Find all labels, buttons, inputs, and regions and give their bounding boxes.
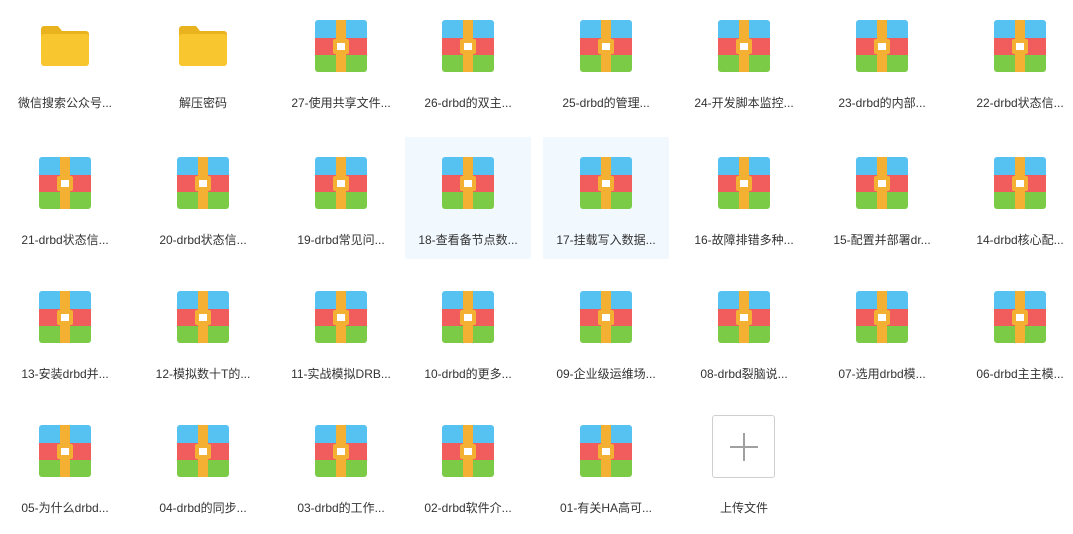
file-item[interactable]: 20-drbd状态信... [140,137,266,259]
item-label: 20-drbd状态信... [159,233,247,247]
file-item[interactable]: 06-drbd主主模... [957,271,1073,393]
archive-file-icon [994,157,1046,209]
item-label: 27-使用共享文件... [291,96,391,110]
item-label: 15-配置并部署dr... [833,233,931,247]
file-item[interactable]: 03-drbd的工作... [278,405,404,527]
archive-file-icon [177,425,229,477]
file-item[interactable]: 18-查看备节点数... [405,137,531,259]
item-label: 11-实战模拟DRB... [291,367,391,381]
archive-file-icon [856,20,908,72]
upload-box[interactable] [712,415,775,478]
archive-file-icon [856,291,908,343]
file-item[interactable]: 08-drbd裂脑说... [681,271,807,393]
item-label: 01-有关HA高可... [559,501,653,515]
item-label: 06-drbd主主模... [976,367,1064,381]
item-label: 19-drbd常见问... [297,233,385,247]
item-label: 03-drbd的工作... [297,501,385,515]
archive-file-icon [718,20,770,72]
item-label: 07-选用drbd模... [838,367,926,381]
item-label: 14-drbd核心配... [976,233,1064,247]
file-item[interactable]: 19-drbd常见问... [278,137,404,259]
file-item[interactable]: 05-为什么drbd... [2,405,128,527]
archive-file-icon [39,157,91,209]
archive-file-icon [39,425,91,477]
folder-item[interactable]: 解压密码 [140,0,266,122]
archive-file-icon [994,291,1046,343]
archive-file-icon [315,291,367,343]
file-item[interactable]: 02-drbd软件介... [405,405,531,527]
file-item[interactable]: 24-开发脚本监控... [681,0,807,122]
folder-icon [177,20,229,72]
archive-file-icon [718,157,770,209]
file-item[interactable]: 21-drbd状态信... [2,137,128,259]
archive-file-icon [856,157,908,209]
item-label: 微信搜索公众号... [17,96,112,110]
archive-file-icon [580,425,632,477]
item-label: 25-drbd的管理... [562,96,650,110]
folder-icon [39,20,91,72]
item-label: 16-故障排错多种... [694,233,794,247]
item-label: 13-安装drbd并... [21,367,109,381]
archive-file-icon [580,291,632,343]
archive-file-icon [718,291,770,343]
item-label: 04-drbd的同步... [159,501,247,515]
file-item[interactable]: 01-有关HA高可... [543,405,669,527]
archive-file-icon [580,157,632,209]
file-item[interactable]: 12-模拟数十T的... [140,271,266,393]
item-label: 17-挂载写入数据... [556,233,656,247]
file-item[interactable]: 22-drbd状态信... [957,0,1073,122]
archive-file-icon [315,20,367,72]
archive-file-icon [442,20,494,72]
upload-file-button[interactable]: 上传文件 [681,405,807,527]
file-item[interactable]: 15-配置并部署dr... [819,137,945,259]
archive-file-icon [580,20,632,72]
item-label: 上传文件 [719,501,768,515]
file-item[interactable]: 13-安装drbd并... [2,271,128,393]
file-item[interactable]: 26-drbd的双主... [405,0,531,122]
archive-file-icon [442,157,494,209]
archive-file-icon [315,157,367,209]
archive-file-icon [177,291,229,343]
archive-file-icon [315,425,367,477]
item-label: 08-drbd裂脑说... [700,367,788,381]
item-label: 09-企业级运维场... [556,367,656,381]
file-item[interactable]: 23-drbd的内部... [819,0,945,122]
file-item[interactable]: 09-企业级运维场... [543,271,669,393]
file-item[interactable]: 14-drbd核心配... [957,137,1073,259]
archive-file-icon [39,291,91,343]
file-item[interactable]: 04-drbd的同步... [140,405,266,527]
item-label: 21-drbd状态信... [21,233,109,247]
file-item[interactable]: 27-使用共享文件... [278,0,404,122]
item-label: 02-drbd软件介... [424,501,512,515]
archive-file-icon [442,291,494,343]
item-label: 22-drbd状态信... [976,96,1064,110]
item-label: 26-drbd的双主... [424,96,512,110]
file-grid: 微信搜索公众号... 解压密码 27-使用共享文件... 26-drbd的双主... 2… [0,0,1073,534]
item-label: 23-drbd的内部... [838,96,926,110]
item-label: 12-模拟数十T的... [155,367,251,381]
item-label: 10-drbd的更多... [424,367,512,381]
file-item[interactable]: 17-挂载写入数据... [543,137,669,259]
file-item[interactable]: 11-实战模拟DRB... [278,271,404,393]
item-label: 05-为什么drbd... [21,501,109,515]
item-label: 18-查看备节点数... [418,233,518,247]
archive-file-icon [442,425,494,477]
archive-file-icon [994,20,1046,72]
file-item[interactable]: 16-故障排错多种... [681,137,807,259]
file-item[interactable]: 10-drbd的更多... [405,271,531,393]
archive-file-icon [177,157,229,209]
item-label: 24-开发脚本监控... [694,96,794,110]
file-item[interactable]: 25-drbd的管理... [543,0,669,122]
item-label: 解压密码 [178,96,227,110]
folder-item[interactable]: 微信搜索公众号... [2,0,128,122]
file-item[interactable]: 07-选用drbd模... [819,271,945,393]
